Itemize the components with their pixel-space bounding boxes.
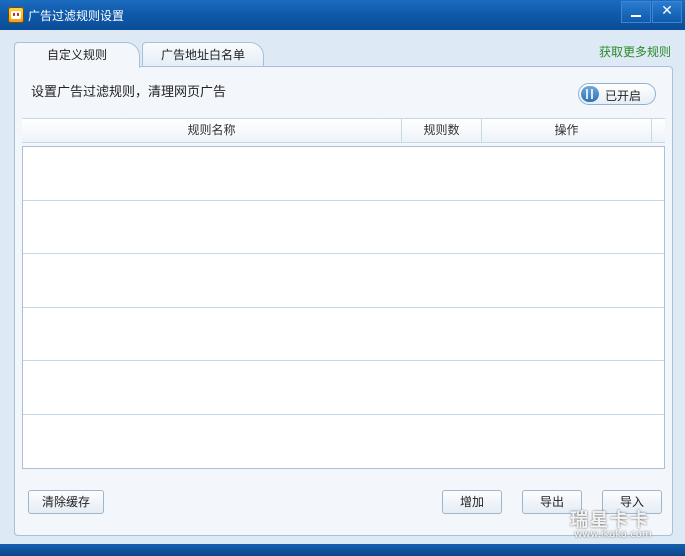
rules-table-header: 规则名称 规则数 操作	[22, 118, 665, 143]
table-row[interactable]	[23, 147, 664, 201]
column-operation[interactable]: 操作	[482, 119, 652, 142]
bottom-bar	[0, 544, 685, 556]
get-more-rules-link[interactable]: 获取更多规则	[599, 43, 671, 60]
rules-table-body[interactable]	[22, 146, 665, 469]
table-row[interactable]	[23, 415, 664, 469]
close-icon: ✕	[661, 3, 673, 19]
table-row[interactable]	[23, 254, 664, 308]
app-logo-icon	[8, 7, 24, 23]
column-rule-name[interactable]: 规则名称	[22, 119, 402, 142]
toggle-knob-icon	[581, 86, 599, 102]
close-button[interactable]: ✕	[652, 1, 682, 23]
tab-custom-rules[interactable]: 自定义规则	[14, 42, 140, 68]
toggle-label: 已开启	[605, 89, 642, 103]
tab-ad-whitelist[interactable]: 广告地址白名单	[142, 42, 264, 67]
table-row[interactable]	[23, 361, 664, 415]
filter-toggle[interactable]: 已开启	[578, 83, 656, 105]
export-button[interactable]: 导出	[522, 490, 582, 514]
title-bar: 广告过滤规则设置 ✕	[0, 0, 685, 30]
column-rule-count[interactable]: 规则数	[402, 119, 482, 142]
clear-cache-button[interactable]: 清除缓存	[28, 490, 104, 514]
add-button[interactable]: 增加	[442, 490, 502, 514]
panel-description: 设置广告过滤规则，清理网页广告	[31, 85, 227, 100]
import-button[interactable]: 导入	[602, 490, 662, 514]
table-row[interactable]	[23, 308, 664, 361]
dialog-body: 自定义规则 广告地址白名单 获取更多规则 设置广告过滤规则，清理网页广告 已开启…	[0, 30, 685, 544]
window-title: 广告过滤规则设置	[28, 9, 125, 23]
minimize-button[interactable]	[621, 1, 651, 23]
table-row[interactable]	[23, 201, 664, 254]
custom-rules-panel: 设置广告过滤规则，清理网页广告 已开启 规则名称 规则数 操作 清除缓存 增加 …	[14, 66, 673, 536]
